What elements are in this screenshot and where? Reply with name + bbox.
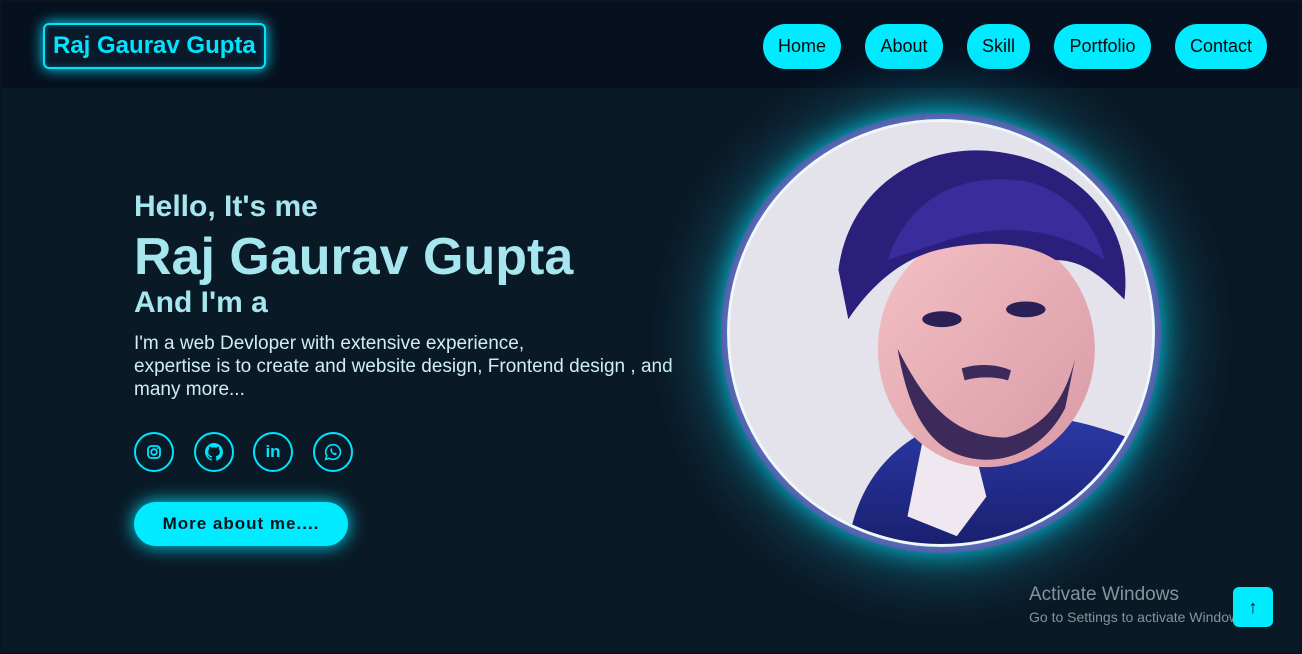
instagram-link[interactable] [134,432,174,472]
nav-portfolio[interactable]: Portfolio [1054,24,1151,69]
whatsapp-icon [324,443,342,461]
hero-greeting: Hello, It's me [134,190,318,223]
linkedin-icon: in [265,442,281,461]
github-icon [205,443,223,461]
hero-role: And I'm a [134,286,268,319]
profile-photo [727,119,1155,547]
github-link[interactable] [194,432,234,472]
description-line: I'm a web Devloper with extensive experi… [134,333,525,354]
whatsapp-link[interactable] [313,432,353,472]
description-line: expertise is to create and website desig… [134,356,673,377]
description-line: many more... [134,379,245,400]
main-nav: Home About Skill Portfolio Contact [2,24,1302,69]
activate-windows-title: Activate Windows [1029,584,1179,605]
instagram-icon [147,445,161,459]
arrow-up-icon: ↑ [1248,596,1258,617]
more-about-me-button[interactable]: More about me.... [134,502,348,546]
hero-name: Raj Gaurav Gupta [134,228,574,286]
nav-contact[interactable]: Contact [1175,24,1267,69]
linkedin-link[interactable]: in [253,432,293,472]
activate-windows-subtitle: Go to Settings to activate Windows. [1029,609,1250,625]
hero-description: I'm a web Devloper with extensive experi… [134,332,714,401]
scroll-to-top-button[interactable]: ↑ [1233,587,1273,627]
profile-portrait-image [730,122,1152,544]
